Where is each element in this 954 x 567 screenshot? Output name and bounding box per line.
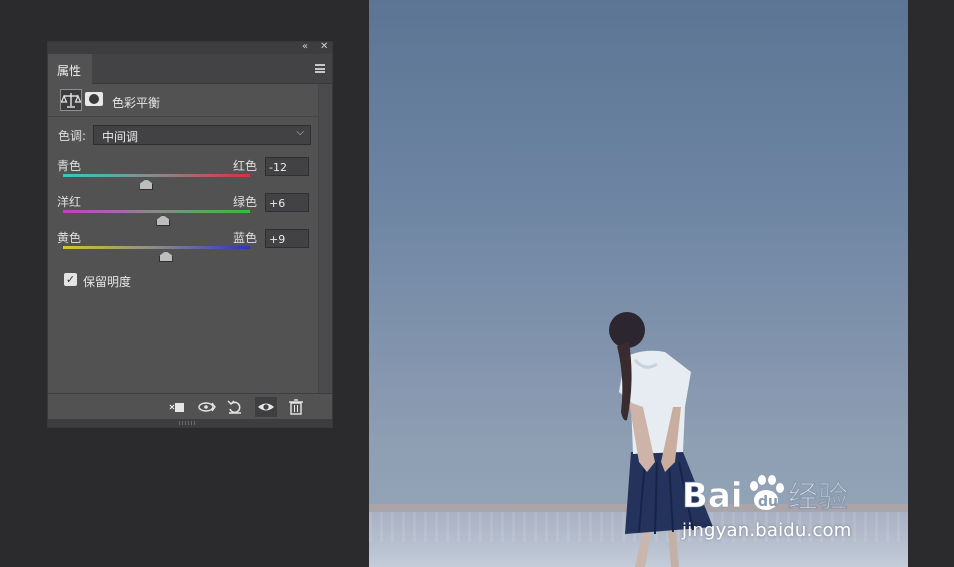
balance-scale-icon[interactable] xyxy=(60,89,82,111)
resize-grip-icon[interactable] xyxy=(179,421,197,425)
slider-right-label: 红色 xyxy=(233,159,258,173)
slider-right-label: 绿色 xyxy=(233,195,258,209)
slider-track[interactable] xyxy=(63,246,250,249)
svg-text:经验: 经验 xyxy=(788,480,848,514)
clip-to-layer-icon[interactable] xyxy=(166,397,188,417)
cyan-red-slider: 青色 红色 -12 xyxy=(57,157,312,193)
adjustment-title: 色彩平衡 xyxy=(112,96,161,110)
slider-left-label: 青色 xyxy=(57,159,82,173)
panel-scrollbar[interactable] xyxy=(318,84,332,394)
baidu-watermark: Bai du 经验 jingyan.baidu.com xyxy=(682,472,854,547)
yellow-blue-slider: 黄色 蓝色 +9 xyxy=(57,229,312,265)
slider-track[interactable] xyxy=(63,210,250,213)
document-canvas[interactable]: Bai du 经验 jingyan.baidu.com xyxy=(369,0,908,567)
tab-properties[interactable]: 属性 xyxy=(48,54,92,84)
view-previous-icon[interactable] xyxy=(196,397,218,417)
slider-right-label: 蓝色 xyxy=(233,231,258,245)
panel-footer xyxy=(48,393,332,419)
panel-resize-strip[interactable] xyxy=(48,419,332,427)
magenta-green-slider: 洋红 绿色 +6 xyxy=(57,193,312,229)
reset-icon[interactable] xyxy=(224,397,246,417)
slider-value-input[interactable]: +9 xyxy=(265,229,309,248)
slider-left-label: 黄色 xyxy=(57,231,82,245)
close-icon[interactable]: ✕ xyxy=(320,40,328,54)
slider-value-input[interactable]: -12 xyxy=(265,157,309,176)
tone-selected-value: 中间调 xyxy=(102,130,139,144)
layer-mask-icon[interactable] xyxy=(85,92,103,106)
slider-track[interactable] xyxy=(63,174,250,177)
panel-tab-row: 属性 xyxy=(48,54,332,84)
svg-text:Bai: Bai xyxy=(682,476,743,514)
baidu-jingyan-logo: Bai du 经验 xyxy=(682,475,848,514)
collapse-icon[interactable]: « xyxy=(302,40,308,54)
tone-row: 色调: 中间调 ⌵ xyxy=(58,125,312,145)
tone-label: 色调: xyxy=(58,129,87,143)
preserve-luminosity-label: 保留明度 xyxy=(83,275,132,289)
preserve-luminosity-checkbox[interactable]: ✓ xyxy=(64,273,77,286)
adjustment-header: 色彩平衡 xyxy=(48,84,332,117)
slider-value-input[interactable]: +6 xyxy=(265,193,309,212)
tone-dropdown[interactable]: 中间调 ⌵ xyxy=(93,125,311,145)
trash-icon[interactable] xyxy=(285,397,307,417)
watermark-url: jingyan.baidu.com xyxy=(682,520,852,541)
svg-text:du: du xyxy=(758,494,778,510)
properties-panel: « ✕ 属性 色彩平衡 色调: 中间调 ⌵ 青色 红色 -12 洋红 绿色 +6… xyxy=(47,41,333,428)
visibility-eye-icon[interactable] xyxy=(255,397,277,417)
chevron-down-icon: ⌵ xyxy=(296,127,304,138)
panel-titlebar[interactable]: « ✕ xyxy=(48,40,332,54)
panel-menu-icon[interactable] xyxy=(315,64,325,73)
slider-left-label: 洋红 xyxy=(57,195,82,209)
